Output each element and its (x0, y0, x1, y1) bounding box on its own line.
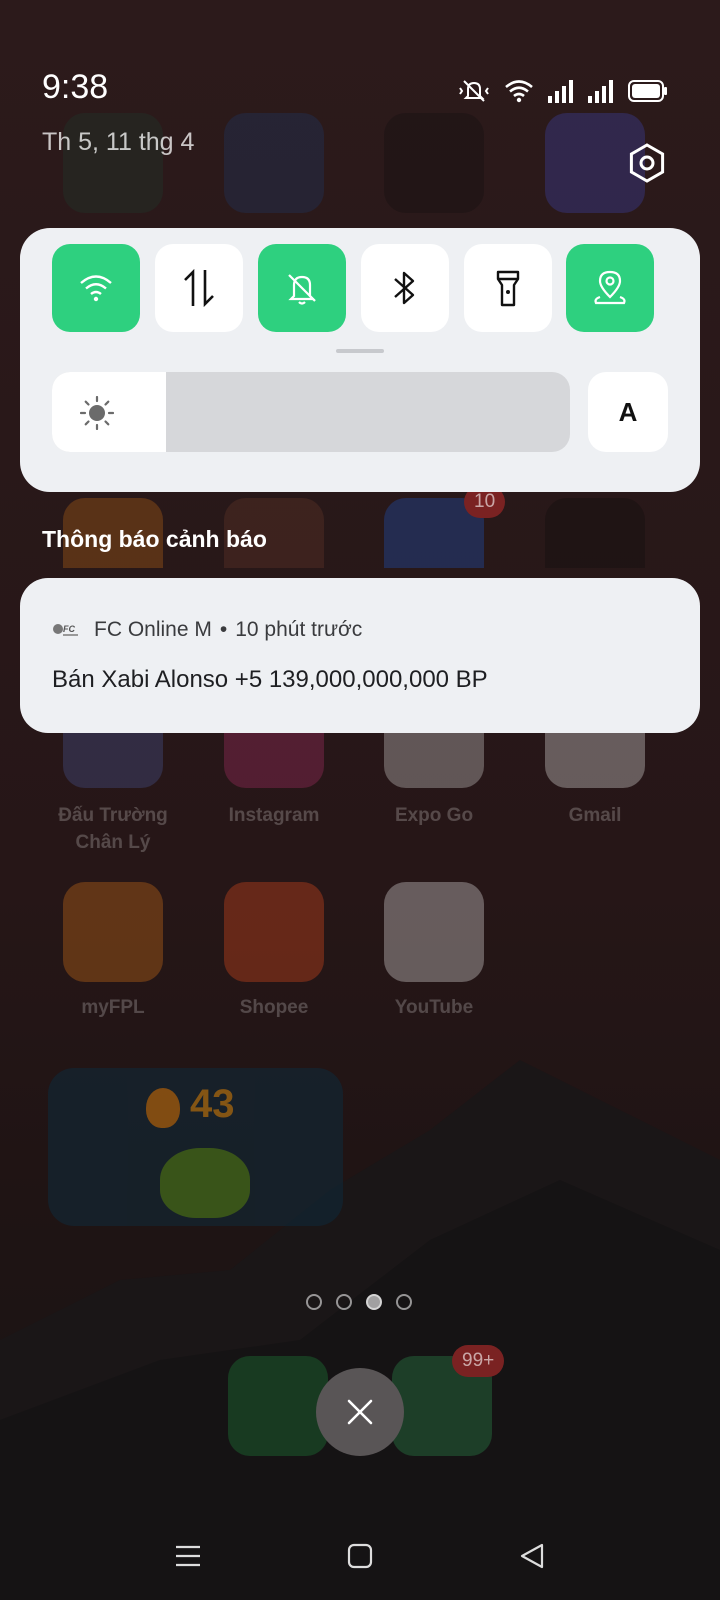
bell-off-icon (288, 274, 316, 305)
menu-icon (176, 1545, 200, 1567)
notification-app-name: FC Online M (94, 618, 212, 641)
nav-home-button[interactable] (340, 1536, 380, 1576)
status-date: Th 5, 11 thg 4 (42, 128, 195, 156)
notification-separator: • (219, 618, 228, 641)
notification-section-title: Thông báo cảnh báo (42, 526, 267, 552)
wifi-status-icon (505, 80, 533, 103)
app-label-expo-go: Expo Go (394, 805, 474, 826)
wifi-icon (80, 275, 112, 302)
page-indicator (306, 1294, 412, 1310)
sun-icon (80, 396, 114, 430)
signal-2-icon (588, 80, 613, 103)
page-dot-1 (306, 1294, 322, 1310)
notification-message: Bán Xabi Alonso +5 139,000,000,000 BP (52, 666, 488, 693)
tile-do-not-disturb[interactable] (258, 244, 346, 332)
tile-bluetooth[interactable] (361, 244, 449, 332)
app-icon-youtube (384, 882, 484, 982)
flame-icon (146, 1088, 180, 1128)
app-icon-instagram (224, 730, 324, 788)
home-square-icon (347, 1543, 373, 1569)
data-arrows-icon (184, 268, 214, 308)
mute-icon (459, 80, 489, 102)
flashlight-icon (496, 270, 520, 307)
messages-badge: 99+ (452, 1345, 505, 1377)
page-dot-2 (336, 1294, 352, 1310)
bluetooth-icon (394, 271, 415, 305)
widget-streak: 43 (190, 1082, 235, 1126)
status-icons (458, 78, 668, 104)
location-pin-icon (594, 270, 626, 305)
page-dot-3 (366, 1294, 382, 1310)
duo-owl-icon (160, 1148, 250, 1218)
app-icon-dtcl (63, 730, 163, 788)
tile-location[interactable] (566, 244, 654, 332)
notification-time: 10 phút trước (235, 618, 363, 641)
nav-menu-button[interactable] (168, 1536, 208, 1576)
app-label-dtcl: Đấu Trường Chân Lý (58, 805, 168, 853)
clear-notifications-button[interactable] (316, 1368, 404, 1456)
navigation-bar (0, 1518, 720, 1590)
notification-card[interactable]: FC FC Online M • 10 phút trước Bán Xabi … (20, 578, 700, 733)
brightness-slider[interactable] (52, 372, 570, 452)
app-icon-sacombank-pay (224, 113, 324, 213)
app-label-myfpl: myFPL (81, 997, 145, 1018)
app-icon-shopee (224, 882, 324, 982)
settings-gear-icon[interactable] (626, 142, 668, 184)
app-icon-tiktok (545, 498, 645, 568)
app-icon-gmail (545, 730, 645, 788)
app-icon-expo-go (384, 730, 484, 788)
app-icon-myfpl (63, 882, 163, 982)
battery-icon (628, 80, 667, 102)
panel-drag-handle[interactable] (336, 349, 384, 353)
close-icon (347, 1399, 373, 1425)
app-label-shopee: Shopee (239, 997, 309, 1018)
signal-1-icon (548, 80, 573, 103)
app-label-youtube: YouTube (394, 997, 474, 1018)
fc-online-app-icon: FC (53, 624, 78, 636)
tile-flashlight[interactable] (464, 244, 552, 332)
tile-wifi[interactable] (52, 244, 140, 332)
app-label-gmail: Gmail (568, 805, 622, 826)
quick-settings-panel: A (20, 228, 700, 492)
svg-text:FC: FC (63, 624, 75, 634)
status-time: 9:38 (42, 68, 109, 106)
tile-mobile-data[interactable] (155, 244, 243, 332)
notification-header: FC FC Online M • 10 phút trước (52, 618, 362, 642)
page-dot-4 (396, 1294, 412, 1310)
app-icon-phone (228, 1356, 328, 1456)
auto-brightness-button[interactable]: A (588, 372, 668, 452)
duolingo-widget: 43 (48, 1068, 343, 1226)
back-triangle-icon (520, 1543, 544, 1569)
nav-back-button[interactable] (512, 1536, 552, 1576)
app-label-instagram: Instagram (228, 805, 320, 826)
app-icon-spotify (384, 113, 484, 213)
